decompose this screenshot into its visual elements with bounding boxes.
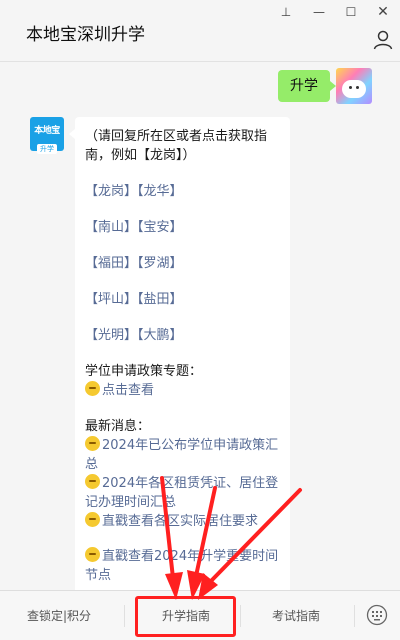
district-row: 【南山】【宝安】 [85,218,280,237]
menu-item-school-guide[interactable]: 升学指南 [138,591,234,640]
bot-avatar[interactable]: 本地宝 升学 [30,117,64,154]
avatar-eye-right [356,86,359,89]
district-row: 【福田】【罗湖】 [85,254,280,273]
district-link-guangming[interactable]: 【光明】 [85,328,137,343]
title-bar: ⊥ — ☐ ✕ 本地宝深圳升学 [0,0,400,62]
district-link-dapeng[interactable]: 【大鹏】 [137,328,183,343]
bot-avatar-line2: 升学 [37,144,57,154]
menu-item-lookup-score[interactable]: 查锁定|积分 [0,591,118,640]
policy-section: 学位申请政策专题： 点击查看 [85,362,280,400]
thinking-emoji-icon [85,547,100,562]
chat-title: 本地宝深圳升学 [26,25,145,45]
minimize-icon[interactable]: — [309,4,329,20]
menu-divider [124,605,125,627]
district-link-nanshan[interactable]: 【南山】 [85,220,137,235]
news-link[interactable]: 直戳查看2024年升学重要时间节点 [85,549,278,583]
district-link-longhua[interactable]: 【龙华】 [137,184,183,199]
district-row: 【坪山】【盐田】 [85,290,280,309]
news-item: 2024年已公布学位申请政策汇总 [85,436,280,474]
district-link-luohu[interactable]: 【罗湖】 [137,256,183,271]
avatar-cloud-shape [342,80,366,98]
menu-divider [354,605,355,627]
maximize-icon[interactable]: ☐ [341,4,361,20]
news-item: 2024年各区租赁凭证、居住登记办理时间汇总 [85,474,280,512]
chat-area[interactable]: 升学 本地宝 升学 （请回复所在区或者点击获取指南，例如【龙岗】） 【龙岗】【龙… [0,62,400,590]
policy-link[interactable]: 点击查看 [102,383,154,398]
policy-heading: 学位申请政策专题： [85,364,203,379]
bottom-menu-bar: 查锁定|积分 升学指南 考试指南 [0,590,400,640]
news-item: 直戳查看各区实际居住要求 [85,512,280,531]
keyboard-toggle-icon[interactable] [366,604,388,626]
menu-divider [240,605,241,627]
district-link-longgang[interactable]: 【龙岗】 [85,184,137,199]
bot-reply-message: （请回复所在区或者点击获取指南，例如【龙岗】） 【龙岗】【龙华】 【南山】【宝安… [69,117,290,590]
news-link[interactable]: 直戳查看各区实际居住要求 [102,514,258,529]
district-link-yantian[interactable]: 【盐田】 [137,292,183,307]
close-icon[interactable]: ✕ [373,4,393,20]
news-heading: 最新消息： [85,419,151,434]
district-row: 【龙岗】【龙华】 [85,182,280,201]
profile-icon[interactable] [372,29,394,51]
news-section: 最新消息： 2024年已公布学位申请政策汇总 2024年各区租赁凭证、居住登记办… [85,417,280,585]
avatar-eye-left [349,86,352,89]
district-row: 【光明】【大鹏】 [85,326,280,345]
district-link-futian[interactable]: 【福田】 [85,256,137,271]
bot-avatar-line1: 本地宝 [34,126,60,136]
district-link-pingshan[interactable]: 【坪山】 [85,292,137,307]
reply-intro: （请回复所在区或者点击获取指南，例如【龙岗】） [85,129,268,163]
pin-icon[interactable]: ⊥ [276,4,296,20]
district-link-baoan[interactable]: 【宝安】 [137,220,183,235]
thinking-emoji-icon [85,381,100,396]
thinking-emoji-icon [85,436,100,451]
news-item: 直戳查看2024年升学重要时间节点 [85,547,280,585]
thinking-emoji-icon [85,474,100,489]
news-link[interactable]: 2024年已公布学位申请政策汇总 [85,438,278,472]
news-link[interactable]: 2024年各区租赁凭证、居住登记办理时间汇总 [85,476,278,510]
user-avatar[interactable] [336,68,372,104]
thinking-emoji-icon [85,512,100,527]
menu-item-exam-guide[interactable]: 考试指南 [242,591,350,640]
outgoing-message[interactable]: 升学 [278,70,336,102]
